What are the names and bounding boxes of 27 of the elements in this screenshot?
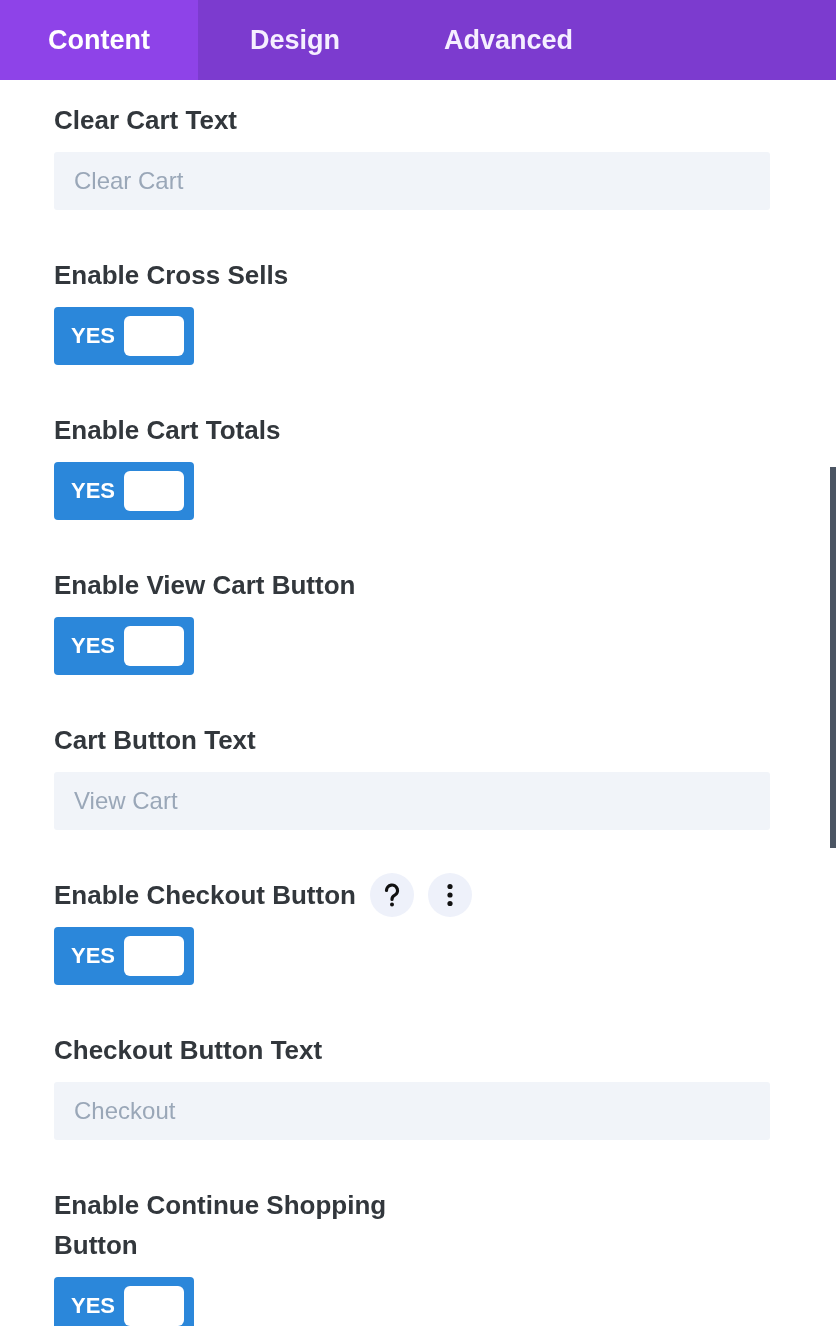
- toggle-switch[interactable]: YES: [54, 927, 194, 985]
- toggle-switch[interactable]: YES: [54, 1277, 194, 1326]
- setting-label: Cart Button Text: [54, 724, 256, 757]
- toggle-knob: [124, 316, 184, 356]
- toggle-switch[interactable]: YES: [54, 307, 194, 365]
- tab[interactable]: Design: [198, 0, 392, 80]
- text-input-field[interactable]: View Cart: [54, 772, 770, 830]
- more-options-icon[interactable]: [427, 873, 472, 917]
- setting-label: Enable Cross Sells: [54, 259, 289, 292]
- tab[interactable]: Advanced: [392, 0, 626, 80]
- toggle-switch[interactable]: YES: [54, 617, 194, 675]
- toggle-knob: [124, 1286, 184, 1326]
- setting-label: Checkout Button Text: [54, 1034, 323, 1067]
- text-input-field[interactable]: Checkout: [54, 1082, 770, 1140]
- help-icon[interactable]: [369, 873, 414, 917]
- setting-label: Enable Checkout Button: [54, 879, 356, 912]
- setting-label: Clear Cart Text: [54, 104, 238, 137]
- toggle-knob: [124, 626, 184, 666]
- setting-label: Enable Continue Shopping Button: [54, 1189, 388, 1262]
- setting-label: Enable View Cart Button: [54, 569, 356, 602]
- toggle-switch[interactable]: YES: [54, 462, 194, 520]
- scrollbar-thumb[interactable]: [830, 467, 836, 848]
- text-input-field[interactable]: Clear Cart: [54, 152, 770, 210]
- setting-label: Enable Cart Totals: [54, 414, 281, 447]
- toggle-knob: [124, 936, 184, 976]
- tab[interactable]: Content: [0, 0, 198, 80]
- toggle-knob: [124, 471, 184, 511]
